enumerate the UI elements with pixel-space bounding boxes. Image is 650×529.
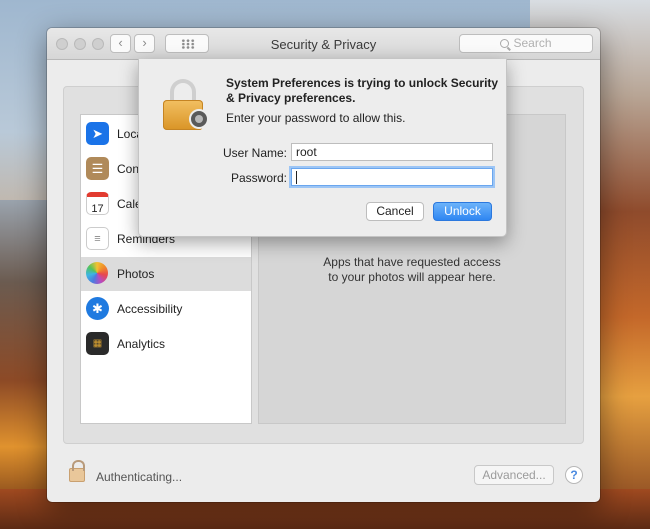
lock-icon[interactable] [69, 460, 85, 482]
password-label: Password: [230, 171, 287, 185]
authentication-status: Authenticating... [96, 470, 183, 484]
advanced-button[interactable]: Advanced... [474, 465, 554, 485]
password-field[interactable] [291, 168, 493, 186]
sidebar-item-label: Accessibility [117, 302, 183, 316]
username-field[interactable]: root [291, 143, 493, 161]
contacts-book-icon: ☰ [86, 157, 109, 180]
padlock-icon [163, 79, 209, 130]
sidebar-item-accessibility[interactable]: ✱ Accessibility [81, 292, 251, 326]
cancel-button[interactable]: Cancel [366, 202, 424, 221]
unlock-button[interactable]: Unlock [433, 202, 492, 221]
location-arrow-icon: ➤ [86, 122, 109, 145]
dialog-title: System Preferences is trying to unlock S… [226, 76, 499, 105]
system-preferences-gear-icon [189, 109, 209, 129]
help-button[interactable]: ? [565, 466, 583, 484]
username-label: User Name: [222, 146, 287, 160]
sidebar-item-label: Photos [117, 267, 155, 281]
calendar-icon: 17 [86, 192, 109, 215]
sidebar-item-label: Analytics [117, 337, 166, 351]
unlock-dialog: System Preferences is trying to unlock S… [138, 59, 507, 237]
title-bar: ‹ › Security & Privacy Search [47, 28, 600, 60]
empty-state-line-2: to your photos will appear here. [328, 270, 496, 284]
analytics-icon: ▦ [86, 332, 109, 355]
text-caret [296, 171, 297, 185]
search-field[interactable]: Search [459, 34, 593, 53]
search-icon [500, 39, 510, 48]
search-placeholder: Search [513, 36, 552, 50]
empty-state-message: Apps that have requested access to your … [259, 255, 565, 285]
sidebar-item-analytics[interactable]: ▦ Analytics [81, 327, 251, 361]
reminders-list-icon: ≡ [86, 227, 109, 250]
sidebar-item-photos[interactable]: Photos [81, 257, 251, 291]
dialog-subtitle: Enter your password to allow this. [226, 111, 406, 125]
empty-state-line-1: Apps that have requested access [323, 255, 501, 269]
accessibility-icon: ✱ [86, 297, 109, 320]
photos-flower-icon [86, 262, 108, 284]
